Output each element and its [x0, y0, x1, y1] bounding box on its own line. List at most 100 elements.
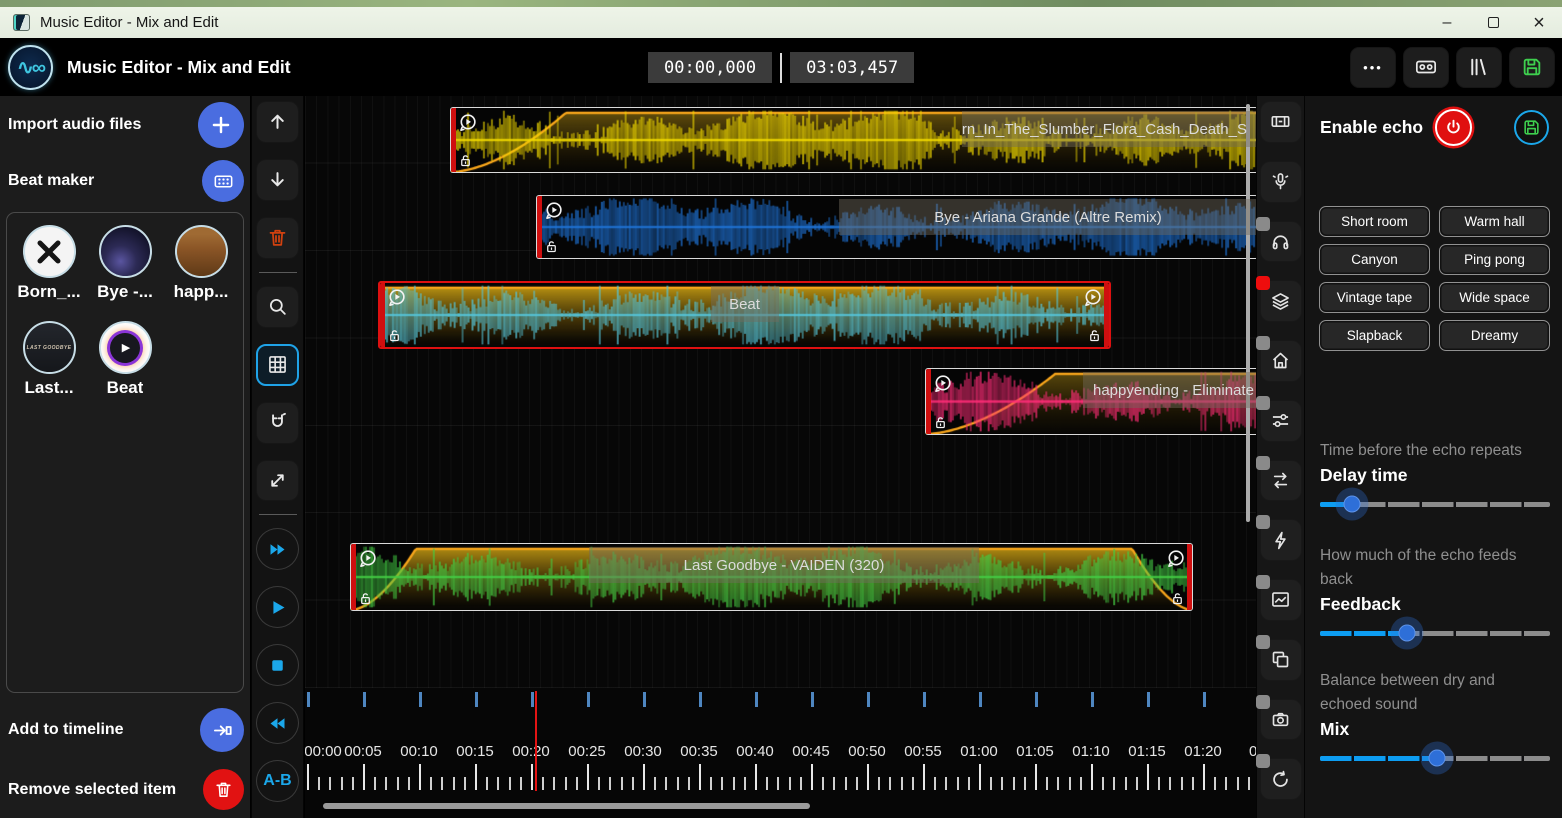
clip-bye[interactable]: Bye - Ariana Grande (Altre Remix) — [536, 195, 1256, 259]
replay-icon[interactable] — [1165, 548, 1186, 569]
echo-power-button[interactable] — [1435, 109, 1472, 146]
audio-file-bye[interactable]: Bye -... — [87, 225, 163, 321]
clip-area[interactable]: Born_In_The_Slumber_Flora_Cash_Death_S By… — [305, 96, 1256, 688]
wave-chart-button[interactable] — [1260, 579, 1302, 621]
ruler-blue-tick — [1203, 692, 1206, 707]
album-art-text: LAST GOODBYE — [27, 345, 72, 351]
echo-preset-grid: Short room Warm hall Canyon Ping pong Vintag… — [1319, 206, 1550, 351]
replay-icon[interactable] — [1082, 287, 1103, 308]
lock-icon[interactable] — [544, 239, 559, 254]
replay-icon[interactable] — [543, 200, 564, 221]
close-button[interactable]: × — [1516, 7, 1562, 38]
delete-button[interactable] — [256, 217, 299, 259]
lock-icon[interactable] — [387, 328, 402, 343]
audio-file-beat[interactable]: ▶ Beat — [87, 321, 163, 417]
lock-icon[interactable] — [458, 153, 473, 168]
delay-time-slider-thumb[interactable] — [1344, 496, 1361, 513]
echo-preset-button[interactable]: Ping pong — [1439, 244, 1550, 275]
echo-preset-button[interactable]: Wide space — [1439, 282, 1550, 313]
play-button[interactable] — [256, 586, 299, 628]
headphones-button[interactable] — [1260, 221, 1302, 263]
replay-icon[interactable] — [357, 548, 378, 569]
magnet-snap-button[interactable] — [256, 402, 299, 444]
vertical-scrollbar[interactable] — [1246, 104, 1250, 522]
audio-file-last[interactable]: LAST GOODBYE Last... — [11, 321, 87, 417]
mix-slider[interactable] — [1320, 742, 1550, 774]
audio-file-born[interactable]: Born_... — [11, 225, 87, 321]
audio-file-happ[interactable]: happ... — [163, 225, 239, 321]
flash-button[interactable] — [1260, 519, 1302, 561]
echo-preset-button[interactable]: Canyon — [1319, 244, 1430, 275]
clip-left-edge[interactable] — [537, 196, 542, 258]
feedback-slider-thumb[interactable] — [1399, 625, 1416, 642]
duplicate-button[interactable] — [1260, 639, 1302, 681]
remove-selected-button[interactable] — [203, 769, 244, 810]
ab-loop-button[interactable]: A-B — [256, 760, 299, 802]
lock-icon[interactable] — [1170, 591, 1185, 606]
move-down-button[interactable] — [256, 159, 299, 201]
main-area: Import audio files Beat maker Born_... B… — [0, 96, 1562, 818]
replay-icon[interactable] — [386, 287, 407, 308]
zoom-search-button[interactable] — [256, 286, 299, 328]
ruler-blue-tick — [811, 692, 814, 707]
move-up-button[interactable] — [256, 101, 299, 143]
lock-icon[interactable] — [1087, 328, 1102, 343]
echo-preset-button[interactable]: Short room — [1319, 206, 1430, 237]
clip-beat[interactable]: Beat — [378, 281, 1111, 349]
maximize-button[interactable] — [1470, 7, 1516, 38]
time-ruler[interactable]: 00:0000:0500:1000:1500:2000:2500:3000:35… — [305, 688, 1256, 818]
rewind-button[interactable] — [256, 702, 299, 744]
ruler-minor-tick — [464, 777, 466, 790]
echo-save-preset-button[interactable] — [1514, 110, 1549, 145]
ai-voice-button[interactable] — [1260, 161, 1302, 203]
clip-left-edge[interactable] — [451, 108, 456, 172]
echo-preset-button[interactable]: Dreamy — [1439, 320, 1550, 351]
clip-right-edge[interactable] — [1104, 283, 1109, 347]
home-button[interactable] — [1260, 340, 1302, 382]
clip-happyending[interactable]: happyending - Eliminate — [925, 368, 1256, 435]
fast-forward-button[interactable] — [256, 528, 299, 570]
header-actions: ••• — [1350, 47, 1555, 88]
clip-last-goodbye[interactable]: Last Goodbye - VAIDEN (320) — [350, 543, 1193, 611]
clip-left-edge[interactable] — [380, 283, 385, 347]
replay-icon[interactable] — [457, 112, 478, 133]
clip-right-edge[interactable] — [1187, 544, 1192, 610]
swap-button[interactable] — [1260, 460, 1302, 502]
echo-preset-button[interactable]: Warm hall — [1439, 206, 1550, 237]
clip-born[interactable]: Born_In_The_Slumber_Flora_Cash_Death_S — [450, 107, 1256, 173]
camera-rotate-button[interactable] — [1260, 699, 1302, 741]
clip-left-edge[interactable] — [351, 544, 356, 610]
ruler-major-tick — [587, 764, 589, 790]
import-audio-button[interactable] — [198, 102, 244, 148]
reset-button[interactable] — [1260, 758, 1302, 800]
ruler-minor-tick — [430, 777, 432, 790]
ruler-minor-tick — [1013, 777, 1015, 790]
beat-maker-button[interactable] — [202, 160, 244, 202]
feedback-slider[interactable] — [1320, 617, 1550, 649]
echo-preset-button[interactable]: Vintage tape — [1319, 282, 1430, 313]
echo-preset-button[interactable]: Slapback — [1319, 320, 1430, 351]
replay-icon[interactable] — [932, 373, 953, 394]
add-to-timeline-button[interactable] — [200, 708, 244, 752]
equalizer-button[interactable] — [1260, 400, 1302, 442]
timeline[interactable]: Born_In_The_Slumber_Flora_Cash_Death_S By… — [305, 96, 1256, 818]
cassette-button[interactable] — [1403, 47, 1449, 88]
library-button[interactable] — [1456, 47, 1502, 88]
horizontal-scrollbar[interactable] — [323, 803, 810, 809]
layers-button[interactable] — [1260, 280, 1302, 322]
snap-grid-button[interactable] — [256, 344, 299, 386]
more-options-button[interactable]: ••• — [1350, 47, 1396, 88]
ruler-minor-tick — [901, 777, 903, 790]
minimize-button[interactable]: – — [1424, 7, 1470, 38]
save-button[interactable] — [1509, 47, 1555, 88]
delay-time-slider[interactable] — [1320, 488, 1550, 520]
trim-button[interactable] — [1260, 101, 1302, 143]
play-art-icon: ▶ — [110, 333, 140, 363]
lock-icon[interactable] — [933, 415, 948, 430]
playhead[interactable] — [535, 691, 537, 791]
stop-button[interactable] — [256, 644, 299, 686]
expand-button[interactable] — [256, 460, 299, 502]
mix-slider-thumb[interactable] — [1429, 750, 1446, 767]
lock-icon[interactable] — [358, 591, 373, 606]
clip-left-edge[interactable] — [926, 369, 931, 434]
